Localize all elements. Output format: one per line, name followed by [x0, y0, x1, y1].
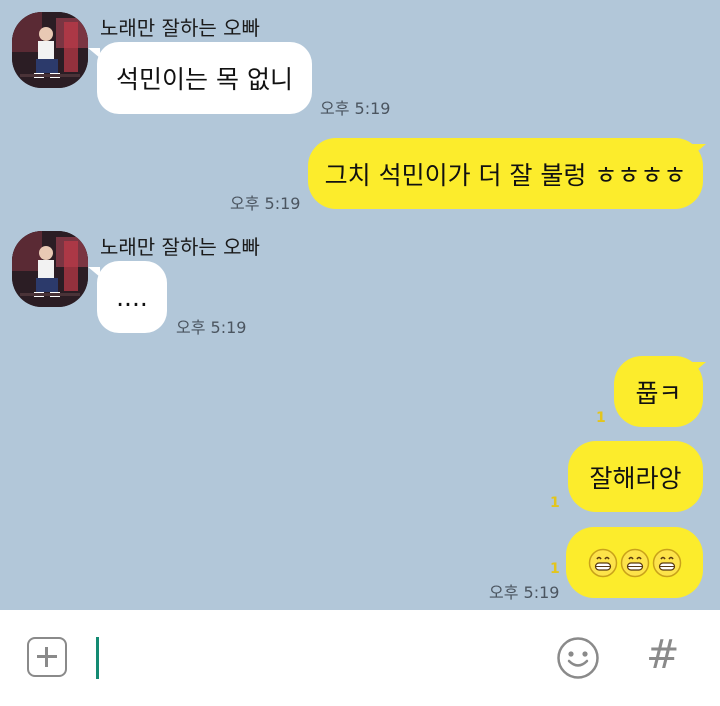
- message-bubble-outgoing[interactable]: [566, 527, 703, 598]
- grinning-face-icon: [652, 548, 681, 577]
- text-caret: [96, 637, 99, 679]
- attach-plus-button[interactable]: [27, 637, 67, 677]
- bubble-tail: [88, 48, 100, 58]
- message-text: 풉ㅋ: [635, 378, 682, 408]
- bubble-tail: [692, 144, 706, 156]
- sender-avatar[interactable]: [12, 231, 88, 307]
- message-time: 오후 5:19: [320, 99, 391, 118]
- message-text: 석민이는 목 없니: [116, 65, 293, 94]
- message-bubble-incoming[interactable]: ....: [97, 261, 167, 333]
- message-time: 오후 5:19: [230, 194, 301, 213]
- message-bubble-outgoing[interactable]: 그치 석민이가 더 잘 불렁 ㅎㅎㅎㅎ: [308, 138, 703, 209]
- message-time: 오후 5:19: [176, 318, 247, 337]
- message-bubble-incoming[interactable]: 석민이는 목 없니: [97, 42, 312, 114]
- message-time: 오후 5:19: [489, 583, 560, 602]
- grinning-face-icon: [588, 548, 617, 577]
- bubble-tail: [692, 362, 706, 374]
- unread-count: 1: [550, 561, 560, 577]
- grinning-face-icon: [620, 548, 649, 577]
- emoticon-icon[interactable]: [556, 636, 600, 680]
- message-text: 잘해라앙: [589, 463, 682, 493]
- sender-avatar[interactable]: [12, 12, 88, 88]
- sender-name: 노래만 잘하는 오빠: [100, 235, 260, 259]
- message-bubble-outgoing[interactable]: 풉ㅋ: [614, 356, 703, 427]
- bubble-tail: [88, 267, 100, 277]
- chat-area[interactable]: 노래만 잘하는 오빠 석민이는 목 없니 오후 5:19 그치 석민이가 더 잘…: [0, 0, 720, 610]
- sender-name: 노래만 잘하는 오빠: [100, 16, 260, 40]
- message-text: ....: [116, 282, 148, 312]
- hashtag-search-button[interactable]: #: [646, 632, 680, 678]
- unread-count: 1: [550, 495, 560, 511]
- message-text: 그치 석민이가 더 잘 불렁 ㅎㅎㅎㅎ: [324, 160, 687, 190]
- message-input[interactable]: [90, 630, 524, 688]
- message-bubble-outgoing[interactable]: 잘해라앙: [568, 441, 703, 512]
- unread-count: 1: [596, 410, 606, 426]
